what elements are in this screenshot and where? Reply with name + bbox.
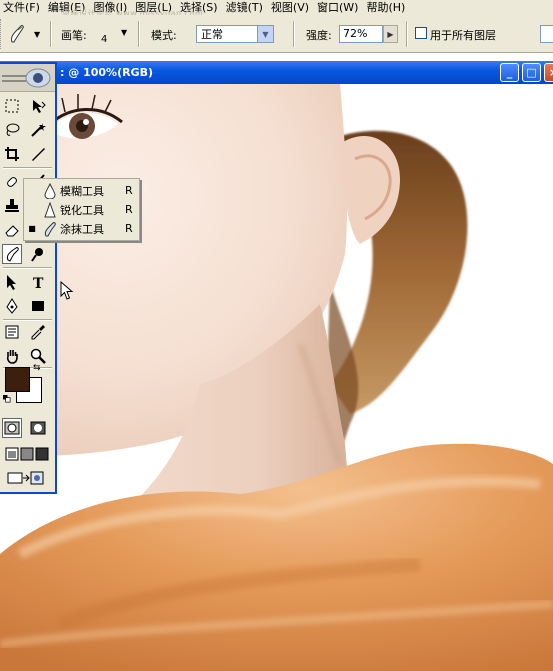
strength-label: 强度: [306, 29, 332, 42]
minimize-button[interactable]: _ [500, 63, 519, 82]
mode-select-value: 正常 [201, 28, 223, 41]
healing-brush-tool[interactable] [2, 172, 22, 192]
brush-dropdown-icon[interactable]: ▼ [121, 28, 127, 37]
eyedropper-tool[interactable] [28, 322, 48, 342]
options-separator [293, 21, 295, 47]
mode-select[interactable]: 正常 ▼ [196, 25, 274, 43]
smudge-finger-icon [40, 221, 60, 237]
portrait-image [0, 84, 553, 671]
clone-stamp-tool[interactable] [2, 196, 22, 216]
eraser-tool[interactable] [2, 220, 22, 240]
options-bar: ▼ 画笔: 4 ▼ 模式: 正常 ▼ 强度: 72% ▶ 用于所有图层 [0, 15, 553, 53]
menu-file[interactable]: 文件(F) [0, 0, 45, 15]
toolbox-separator [3, 267, 52, 269]
palette-well[interactable] [540, 25, 553, 43]
smudge-tool[interactable] [2, 244, 22, 264]
screen-mode-full-button[interactable] [32, 444, 52, 464]
brush-size-value[interactable]: 4 [101, 34, 107, 45]
dodge-tool[interactable] [28, 244, 48, 264]
mouse-cursor-icon [60, 281, 74, 300]
chevron-down-icon: ▼ [257, 26, 273, 42]
flyout-item-label: 锐化工具 [60, 203, 104, 217]
flyout-item-sharpen[interactable]: 锐化工具 R [24, 200, 139, 219]
flyout-item-smudge[interactable]: ■ 涂抹工具 R [24, 219, 139, 238]
flyout-item-shortcut: R [125, 203, 133, 216]
text-tool[interactable]: T [28, 272, 48, 292]
quick-mask-button[interactable] [28, 418, 48, 438]
options-grip[interactable] [0, 19, 4, 49]
flyout-item-label: 涂抹工具 [60, 222, 104, 236]
toolbox-separator [3, 319, 52, 321]
hand-tool[interactable] [2, 346, 22, 366]
flyout-item-shortcut: R [125, 222, 133, 235]
foreground-color-swatch[interactable] [5, 367, 30, 392]
shape-tool[interactable] [28, 296, 48, 316]
smudge-tool-icon [6, 23, 28, 45]
blur-drop-icon [40, 182, 60, 199]
standard-mode-button[interactable] [2, 418, 22, 438]
path-selection-tool[interactable] [2, 272, 22, 292]
svg-text:T: T [33, 276, 44, 290]
sharpen-triangle-icon [40, 201, 60, 218]
options-separator [138, 21, 140, 47]
toolbox-header[interactable] [0, 64, 55, 92]
selected-bullet-icon: ■ [28, 224, 36, 233]
triangle-right-icon: ▶ [387, 29, 394, 39]
strength-slider-button[interactable]: ▶ [383, 25, 398, 43]
marquee-tool[interactable] [2, 96, 22, 116]
default-colors-icon[interactable] [3, 395, 11, 403]
flyout-item-label: 模糊工具 [60, 184, 104, 198]
slice-tool[interactable] [28, 144, 48, 164]
flyout-item-shortcut: R [125, 184, 133, 197]
flyout-item-blur[interactable]: 模糊工具 R [24, 181, 139, 200]
menu-help[interactable]: 帮助(H) [363, 0, 410, 15]
maximize-button[interactable]: □ [522, 63, 541, 82]
options-separator [50, 21, 52, 47]
crop-tool[interactable] [2, 144, 22, 164]
maximize-icon: □ [526, 66, 537, 79]
all-layers-checkbox[interactable] [415, 27, 427, 39]
brush-label: 画笔: [61, 29, 87, 42]
tool-preset-picker[interactable]: ▼ [6, 23, 40, 45]
tool-flyout-menu: 模糊工具 R 锐化工具 R ■ 涂抹工具 R [23, 178, 140, 241]
menu-filter[interactable]: 滤镜(T) [223, 0, 268, 15]
document-area: : @ 100%(RGB) _ □ × [0, 54, 553, 671]
menu-window[interactable]: 窗口(W) [314, 0, 363, 15]
photoshop-eye-logo-icon [2, 68, 51, 88]
magic-wand-tool[interactable] [28, 120, 48, 140]
jump-to-imageready-button[interactable] [6, 468, 46, 488]
options-separator [406, 21, 408, 47]
chevron-down-icon: ▼ [34, 29, 41, 39]
document-title: : @ 100%(RGB) [60, 66, 154, 79]
close-button[interactable]: × [544, 63, 553, 82]
mode-label: 模式: [151, 29, 177, 42]
lasso-tool[interactable] [2, 120, 22, 140]
swap-colors-icon[interactable]: ⇆ [33, 363, 41, 373]
document-titlebar[interactable]: : @ 100%(RGB) _ □ × [0, 61, 553, 84]
toolbox-palette: T ⇆ [0, 62, 57, 494]
close-icon: × [549, 66, 553, 79]
minimize-icon: _ [506, 66, 513, 79]
menu-view[interactable]: 视图(V) [268, 0, 314, 15]
move-tool[interactable] [28, 96, 48, 116]
all-layers-label: 用于所有图层 [430, 29, 496, 42]
strength-input[interactable]: 72% [339, 25, 383, 43]
image-canvas[interactable] [0, 84, 553, 671]
toolbox-separator [3, 167, 52, 169]
notes-tool[interactable] [2, 322, 22, 342]
pen-tool[interactable] [2, 296, 22, 316]
